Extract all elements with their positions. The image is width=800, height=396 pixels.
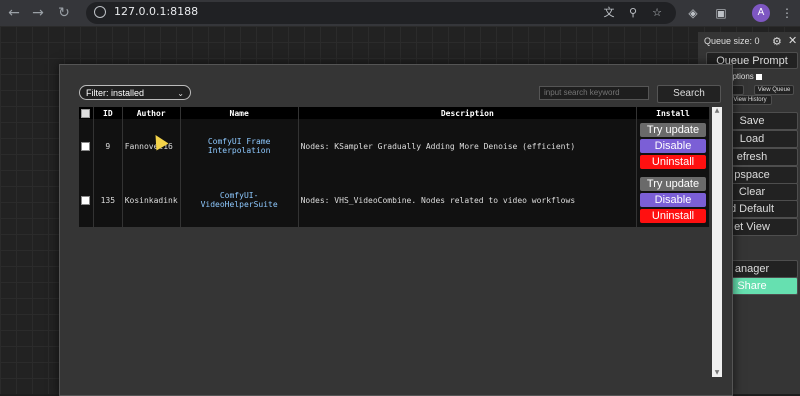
select-all-checkbox[interactable] (81, 108, 91, 118)
row-author: Fannovel16 (122, 119, 181, 173)
extra-options-toggle[interactable]: options (728, 72, 762, 81)
scroll-up-icon[interactable]: ▲ (712, 107, 722, 115)
extra-options-checkbox[interactable] (755, 73, 762, 80)
uninstall-button[interactable]: Uninstall (640, 155, 707, 169)
shield-extension-icon[interactable]: ◈ (684, 4, 702, 22)
bookmark-star-icon[interactable]: ☆ (650, 6, 664, 20)
row-checkbox[interactable] (81, 195, 91, 205)
url-text: 127.0.0.1:8188 (114, 5, 199, 18)
zoom-icon[interactable]: ⚲ (626, 6, 640, 20)
table-row: 135 Kosinkadink ComfyUI-VideoHelperSuite… (79, 173, 710, 227)
view-queue-button[interactable]: View Queue (754, 85, 794, 95)
column-header-install: Install (636, 107, 710, 119)
row-author: Kosinkadink (122, 173, 181, 227)
browser-toolbar: ← → ↻ 127.0.0.1:8188 文 ⚲ ☆ ◈ ▣ A ⋮ (0, 0, 800, 26)
kebab-menu-icon[interactable]: ⋮ (778, 4, 796, 22)
queue-size-label: Queue size: 0 (704, 36, 760, 46)
gear-icon[interactable]: ⚙ (772, 35, 782, 48)
table-header-row: ID Author Name Description Install (79, 107, 710, 119)
row-checkbox[interactable] (81, 141, 91, 151)
table-row: 9 Fannovel16 ComfyUI Frame Interpolation… (79, 119, 710, 173)
node-name-link[interactable]: ComfyUI-VideoHelperSuite (183, 191, 296, 209)
column-header-description: Description (298, 107, 638, 119)
scroll-down-icon[interactable]: ▼ (712, 369, 722, 377)
filter-selected-value: Filter: installed (86, 88, 145, 98)
table-scrollbar[interactable]: ▲ ▼ (712, 107, 722, 377)
row-select-cell[interactable] (79, 119, 94, 173)
column-header-id: ID (93, 107, 123, 119)
row-name-cell: ComfyUI Frame Interpolation (180, 119, 299, 173)
search-input[interactable] (539, 86, 649, 100)
row-name-cell: ComfyUI-VideoHelperSuite (180, 173, 299, 227)
row-id: 135 (93, 173, 123, 227)
try-update-button[interactable]: Try update (640, 123, 707, 137)
row-description: Nodes: VHS_VideoCombine. Nodes related t… (298, 173, 638, 227)
back-icon[interactable]: ← (4, 3, 24, 23)
puzzle-extension-icon[interactable]: ▣ (712, 4, 730, 22)
search-button[interactable]: Search (657, 85, 721, 103)
column-header-name: Name (180, 107, 299, 119)
site-info-icon[interactable] (94, 6, 106, 18)
custom-nodes-table: ID Author Name Description Install 9 Fan… (79, 107, 710, 227)
node-name-link[interactable]: ComfyUI Frame Interpolation (183, 137, 296, 155)
view-history-button[interactable]: View History (728, 95, 772, 105)
filter-select[interactable]: Filter: installed ⌄ (79, 85, 191, 100)
address-bar[interactable]: 127.0.0.1:8188 文 ⚲ ☆ (86, 2, 676, 24)
avatar[interactable]: A (752, 4, 770, 22)
row-description: Nodes: KSampler Gradually Adding More De… (298, 119, 638, 173)
try-update-button[interactable]: Try update (640, 177, 707, 191)
reload-icon[interactable]: ↻ (54, 3, 74, 23)
row-id: 9 (93, 119, 123, 173)
row-actions: Try update Disable Uninstall (636, 119, 710, 173)
chevron-down-icon: ⌄ (177, 89, 184, 98)
custom-nodes-manager-dialog: Filter: installed ⌄ Search ID Author Nam… (59, 64, 733, 396)
select-all-header[interactable] (79, 107, 94, 119)
close-icon[interactable]: ✕ (788, 34, 797, 47)
column-header-author: Author (122, 107, 181, 119)
row-select-cell[interactable] (79, 173, 94, 227)
row-actions: Try update Disable Uninstall (636, 173, 710, 227)
forward-icon[interactable]: → (28, 3, 48, 23)
disable-button[interactable]: Disable (640, 139, 707, 153)
disable-button[interactable]: Disable (640, 193, 707, 207)
translate-icon[interactable]: 文 (602, 6, 616, 20)
uninstall-button[interactable]: Uninstall (640, 209, 707, 223)
